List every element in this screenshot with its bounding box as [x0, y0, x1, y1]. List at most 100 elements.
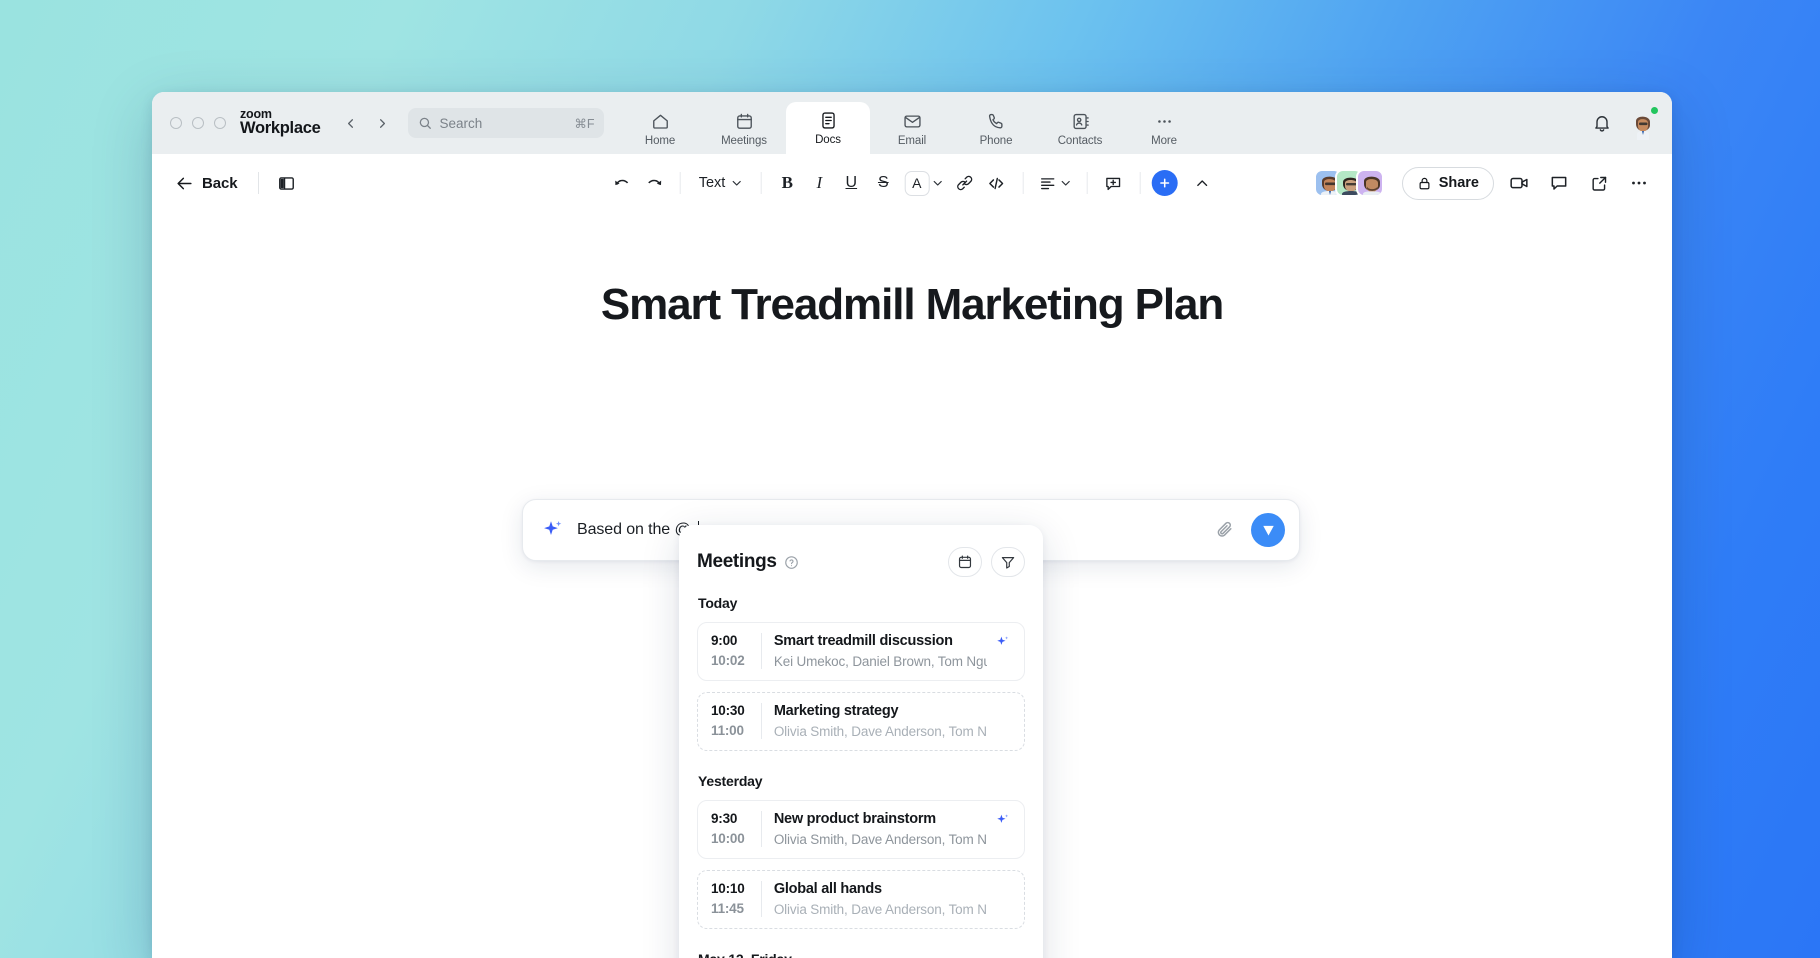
tab-email[interactable]: Email [870, 104, 954, 154]
tab-home-label: Home [645, 135, 675, 147]
tab-more[interactable]: More [1122, 104, 1206, 154]
close-window-button[interactable] [170, 117, 182, 129]
chevron-down-icon [1059, 177, 1071, 189]
minimize-window-button[interactable] [192, 117, 204, 129]
meeting-time: 9:00 10:02 [711, 633, 761, 669]
meeting-start-time: 10:30 [711, 703, 751, 718]
search-input[interactable]: Search [439, 116, 567, 131]
meeting-start-time: 9:00 [711, 633, 751, 648]
meeting-group-label: Today [698, 595, 1025, 611]
chat-bubble-icon[interactable] [1544, 168, 1574, 198]
meeting-divider [761, 703, 762, 739]
meeting-participants: Olivia Smith, Dave Anderson, Tom Nguyen.… [774, 724, 987, 739]
filter-button[interactable] [991, 547, 1025, 577]
link-icon[interactable] [949, 168, 979, 198]
home-icon [651, 112, 670, 132]
toolbar-divider [1022, 172, 1023, 194]
chevron-down-icon [730, 177, 742, 189]
more-options-icon[interactable] [1624, 168, 1654, 198]
tab-more-label: More [1151, 135, 1177, 147]
tab-docs[interactable]: Docs [786, 102, 870, 154]
video-camera-icon[interactable] [1504, 168, 1534, 198]
tab-meetings[interactable]: Meetings [702, 104, 786, 154]
history-navigation[interactable] [336, 109, 396, 137]
calendar-filter-button[interactable] [948, 547, 982, 577]
underline-button[interactable]: U [836, 168, 866, 198]
main-nav-tabs[interactable]: Home Meetings Docs [618, 92, 1206, 154]
toolbar-divider [1086, 172, 1087, 194]
phone-icon [987, 112, 1006, 132]
align-left-icon[interactable] [1034, 168, 1075, 198]
meeting-list-item[interactable]: 10:10 11:45 Global all hands Olivia Smit… [697, 870, 1025, 929]
panel-toggle-icon[interactable] [271, 168, 301, 198]
text-color-dropdown[interactable]: A [900, 168, 947, 198]
document-toolbar: Back Text [152, 154, 1672, 212]
ai-prompt-value: Based on the @ [577, 521, 691, 539]
send-button[interactable] [1251, 513, 1285, 547]
meeting-list-item[interactable]: 10:30 11:00 Marketing strategy Olivia Sm… [697, 692, 1025, 751]
meetings-popover: Meetings Today [679, 525, 1043, 958]
undo-icon[interactable] [607, 168, 637, 198]
share-button[interactable]: Share [1402, 167, 1494, 200]
meeting-participants: Olivia Smith, Dave Anderson, Tom Nguyen.… [774, 832, 987, 847]
meeting-group-label: Yesterday [698, 773, 1025, 789]
toolbar-divider [258, 172, 259, 194]
redo-icon[interactable] [639, 168, 669, 198]
back-arrow-icon[interactable] [336, 109, 364, 137]
italic-button[interactable]: I [804, 168, 834, 198]
arrow-left-icon [175, 174, 194, 193]
tab-contacts[interactable]: Contacts [1038, 104, 1122, 154]
toolbar-divider [680, 172, 681, 194]
bold-label: B [782, 173, 793, 193]
document-canvas: Smart Treadmill Marketing Plan Based on … [152, 212, 1672, 958]
underline-label: U [846, 174, 858, 192]
bell-icon[interactable] [1592, 113, 1612, 133]
meeting-list-item[interactable]: 9:00 10:02 Smart treadmill discussion Ke… [697, 622, 1025, 681]
document-icon [819, 111, 838, 131]
forward-arrow-icon[interactable] [368, 109, 396, 137]
meeting-group-label: May 12, Friday [698, 951, 1025, 958]
popover-title: Meetings [697, 551, 777, 573]
back-button[interactable]: Back [170, 169, 246, 198]
collaborator-avatars[interactable] [1314, 169, 1384, 197]
paperclip-icon[interactable] [1215, 520, 1235, 540]
strikethrough-button[interactable]: S [868, 168, 898, 198]
tab-contacts-label: Contacts [1058, 135, 1103, 147]
ai-summary-icon[interactable] [995, 812, 1011, 828]
meeting-title: Global all hands [774, 881, 987, 897]
app-brand: zoom Workplace [240, 108, 320, 137]
tab-phone-label: Phone [980, 135, 1013, 147]
desktop-background: zoom Workplace Search ⌘F [0, 0, 1820, 958]
meeting-details: Smart treadmill discussion Kei Umekoc, D… [774, 633, 987, 669]
collaborator-avatar[interactable] [1356, 169, 1384, 197]
text-style-dropdown[interactable]: Text [692, 168, 750, 198]
envelope-icon [903, 112, 922, 132]
external-link-icon[interactable] [1584, 168, 1614, 198]
chevron-up-icon[interactable] [1187, 168, 1217, 198]
tab-docs-label: Docs [815, 134, 841, 146]
window-controls[interactable] [170, 117, 226, 129]
meeting-list-item[interactable]: 9:30 10:00 New product brainstorm Olivia… [697, 800, 1025, 859]
strikethrough-label: S [878, 174, 889, 192]
question-circle-icon[interactable] [784, 555, 799, 570]
toolbar-right-group: Share [1314, 167, 1654, 200]
ai-summary-icon[interactable] [995, 634, 1011, 650]
maximize-window-button[interactable] [214, 117, 226, 129]
titlebar-right-actions [1592, 107, 1658, 139]
insert-button[interactable] [1151, 170, 1177, 196]
bold-button[interactable]: B [772, 168, 802, 198]
contacts-icon [1071, 112, 1090, 132]
add-comment-icon[interactable] [1098, 168, 1128, 198]
page-title[interactable]: Smart Treadmill Marketing Plan [152, 280, 1672, 330]
chevron-down-icon [931, 177, 943, 189]
global-search[interactable]: Search ⌘F [408, 108, 604, 138]
meeting-time: 10:10 11:45 [711, 881, 761, 917]
back-button-label: Back [202, 175, 237, 192]
toolbar-left-group: Back [170, 168, 301, 198]
tab-phone[interactable]: Phone [954, 104, 1038, 154]
avatar[interactable] [1626, 107, 1658, 139]
italic-label: I [816, 173, 822, 193]
search-icon [418, 116, 432, 130]
code-icon[interactable] [981, 168, 1011, 198]
tab-home[interactable]: Home [618, 104, 702, 154]
